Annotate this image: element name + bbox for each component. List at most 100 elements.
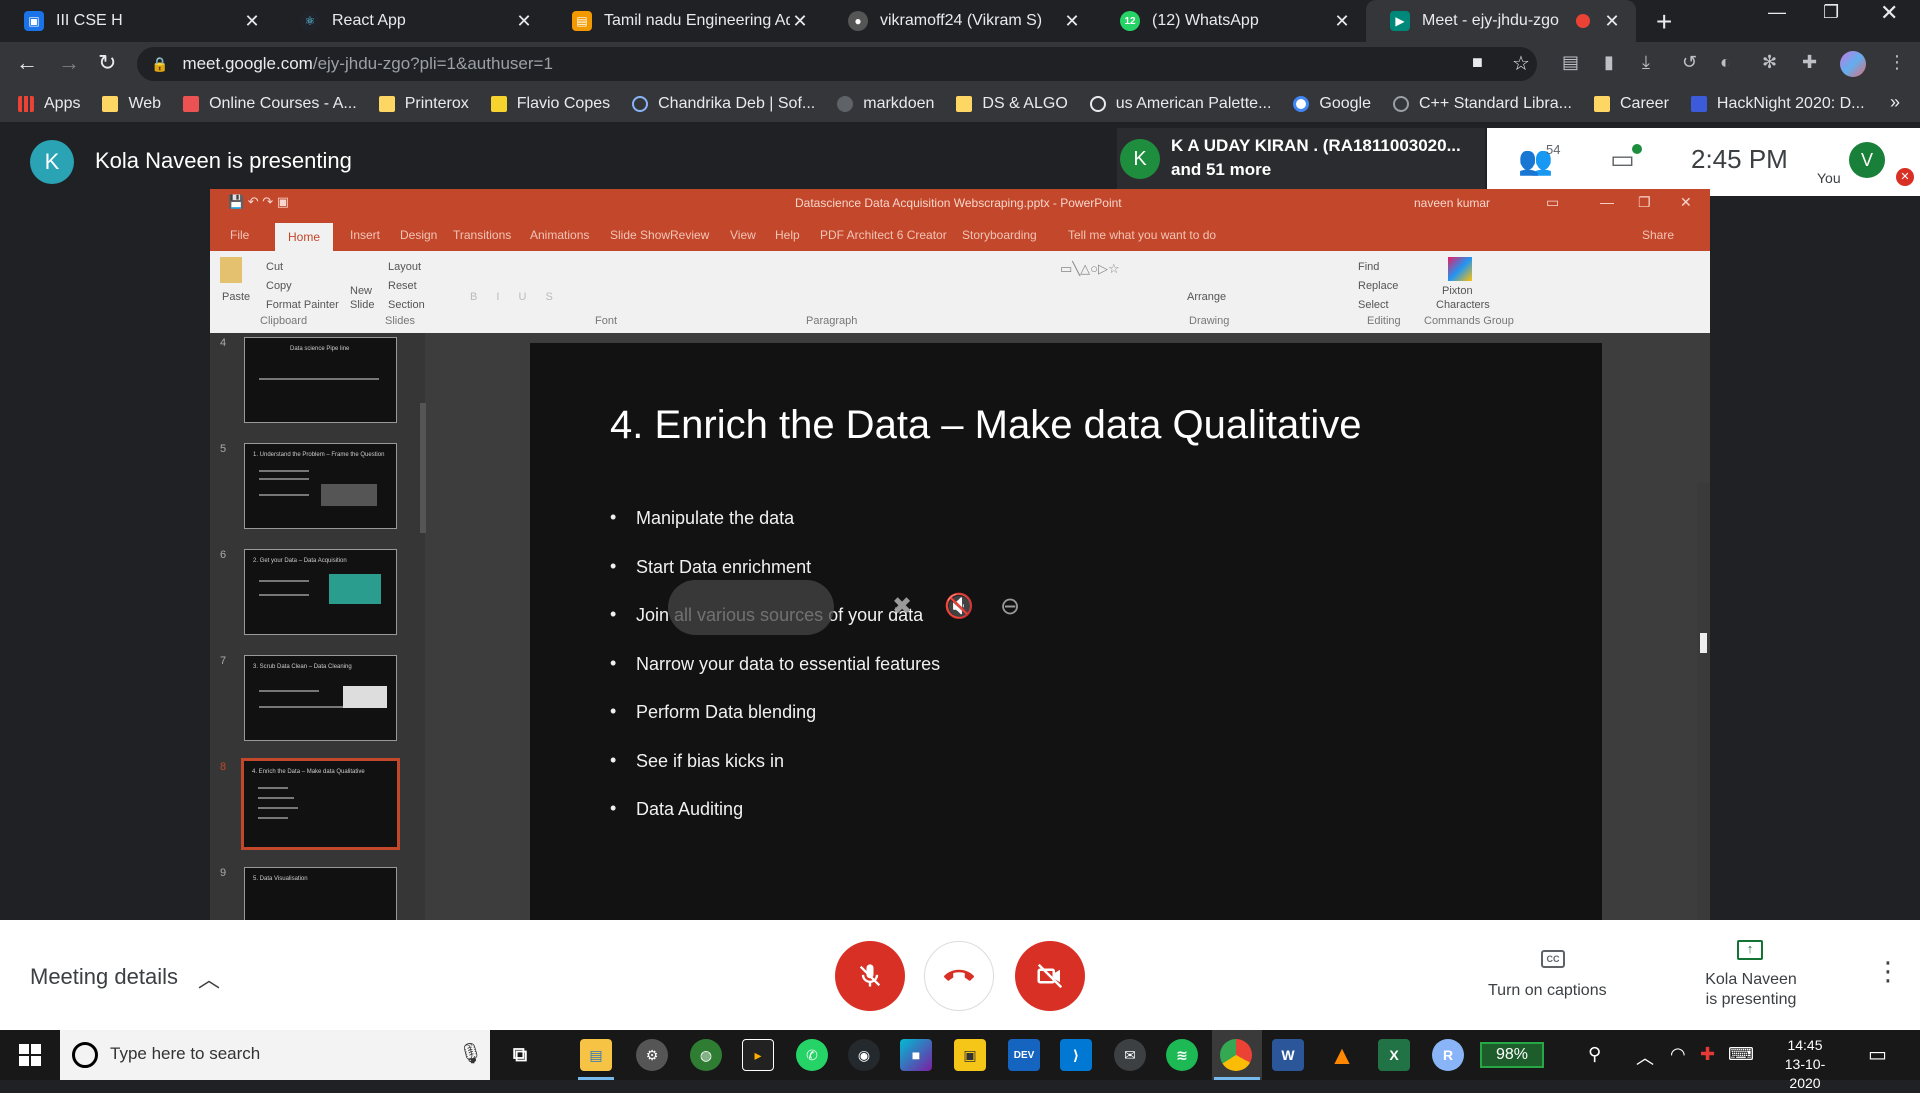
paste-icon bbox=[220, 257, 242, 283]
address-bar[interactable]: 🔒 meet.google.com/ejy-jhdu-zgo?pli=1&aut… bbox=[137, 47, 1537, 81]
antivirus-icon[interactable]: ✚ bbox=[1700, 1044, 1715, 1065]
bookmark-cpp-standard-library[interactable]: C++ Standard Libra... bbox=[1393, 95, 1572, 113]
leave-call-button[interactable] bbox=[924, 941, 994, 1011]
bookmark-flavio-copes[interactable]: Flavio Copes bbox=[490, 95, 610, 113]
close-icon[interactable]: ✕ bbox=[514, 11, 534, 32]
self-avatar[interactable]: V bbox=[1849, 142, 1885, 178]
excel-icon[interactable]: X bbox=[1378, 1039, 1410, 1071]
tab-github-vikramoff24[interactable]: ● vikramoff24 (Vikram S) ✕ bbox=[824, 0, 1096, 42]
camera-toggle-button[interactable] bbox=[1015, 941, 1085, 1011]
r-app-icon[interactable]: R bbox=[1432, 1039, 1464, 1071]
reload-icon[interactable]: ↻ bbox=[98, 50, 116, 76]
sticky-notes-icon[interactable]: ▣ bbox=[954, 1039, 986, 1071]
cortana-icon bbox=[72, 1042, 98, 1068]
bookmark-web[interactable]: Web bbox=[102, 95, 161, 113]
tab-iii-cse-h[interactable]: ▣ III CSE H ✕ bbox=[0, 0, 276, 42]
window-close-icon[interactable]: ✕ bbox=[1880, 0, 1898, 26]
tab-whatsapp[interactable]: 12 (12) WhatsApp ✕ bbox=[1096, 0, 1366, 42]
hang-up-icon bbox=[944, 969, 974, 981]
bookmark-star-icon[interactable]: ☆ bbox=[1512, 51, 1530, 76]
tab-title: vikramoff24 (Vikram S) bbox=[880, 12, 1043, 29]
camera-in-use-icon[interactable]: ■ bbox=[1472, 52, 1483, 73]
bookmark-hacknight[interactable]: HackNight 2020: D... bbox=[1690, 95, 1865, 113]
more-options-icon[interactable]: ⋮ bbox=[1875, 956, 1901, 987]
bookmark-online-courses[interactable]: Online Courses - A... bbox=[183, 95, 357, 113]
forward-arrow-icon[interactable]: → bbox=[58, 50, 80, 76]
chrome-profile-avatar[interactable] bbox=[1840, 51, 1866, 77]
bookmarks-overflow-icon[interactable]: » bbox=[1890, 92, 1900, 113]
settings-gear-icon[interactable]: ⚙ bbox=[636, 1039, 668, 1071]
bookmark-google[interactable]: Google bbox=[1293, 95, 1371, 113]
chat-icon[interactable]: ▭ bbox=[1610, 144, 1635, 175]
wifi-icon[interactable]: ◠ bbox=[1670, 1044, 1686, 1065]
close-icon[interactable]: ✕ bbox=[790, 11, 810, 32]
bookmark-ds-algo[interactable]: DS & ALGO bbox=[956, 95, 1068, 113]
ribbon-section: Section bbox=[388, 299, 425, 311]
thumb-line bbox=[258, 797, 294, 799]
keyboard-icon[interactable]: ⌨ bbox=[1728, 1044, 1754, 1065]
chevron-up-icon[interactable]: ︿ bbox=[198, 962, 220, 994]
extension-react-icon[interactable]: ✻ bbox=[1762, 52, 1777, 73]
vlc-icon[interactable]: ▲ bbox=[1326, 1039, 1358, 1071]
bookmark-markdoen[interactable]: markdoen bbox=[837, 95, 934, 113]
tray-clock[interactable]: 14:45 13-10-2020 bbox=[1770, 1036, 1840, 1093]
notification-center-icon[interactable]: ▭ bbox=[1868, 1042, 1887, 1067]
thumb-number: 4 bbox=[220, 337, 227, 349]
terminal-icon[interactable]: ▸ bbox=[742, 1039, 774, 1071]
extension-download-icon[interactable]: ⤓ bbox=[1642, 52, 1650, 73]
tab-react-app[interactable]: ⚛ React App ✕ bbox=[276, 0, 548, 42]
chrome-menu-icon[interactable]: ⋮ bbox=[1888, 52, 1906, 73]
extension-history-icon[interactable]: ↺ bbox=[1682, 52, 1697, 73]
pin-off-icon[interactable]: ✖ bbox=[892, 592, 912, 621]
extension-dark-mode-icon[interactable]: ◐ bbox=[1720, 52, 1731, 73]
close-icon[interactable]: ✕ bbox=[1332, 11, 1352, 32]
file-explorer-icon[interactable]: ▤ bbox=[580, 1039, 612, 1071]
restore-icon[interactable]: ❐ bbox=[1823, 2, 1839, 23]
battery-indicator[interactable]: 98% bbox=[1480, 1042, 1544, 1068]
extension-bottle-icon[interactable]: ▮ bbox=[1604, 52, 1614, 73]
folder-icon bbox=[1593, 96, 1610, 112]
mail-notification-icon[interactable]: ✉ bbox=[1114, 1039, 1146, 1071]
tab-tamil-nadu-engineering[interactable]: ▤ Tamil nadu Engineering Adm ✕ bbox=[548, 0, 824, 42]
task-view-icon[interactable]: ⧉ bbox=[504, 1039, 536, 1071]
presenting-button-label[interactable]: Kola Naveen is presenting bbox=[1700, 970, 1802, 1010]
taskbar-search[interactable]: Type here to search 🎙 bbox=[60, 1030, 490, 1080]
present-screen-icon[interactable]: ↑ bbox=[1737, 940, 1763, 960]
back-arrow-icon[interactable]: ← bbox=[16, 50, 38, 76]
close-icon[interactable]: ✕ bbox=[242, 11, 262, 32]
bookmark-printerox[interactable]: Printerox bbox=[378, 95, 469, 113]
windows-start-icon[interactable] bbox=[19, 1044, 41, 1066]
bookmark-label: Chandrika Deb | Sof... bbox=[658, 95, 816, 112]
microphone-icon[interactable]: 🎙 bbox=[458, 1041, 483, 1066]
word-icon[interactable]: W bbox=[1272, 1039, 1304, 1071]
close-icon[interactable]: ✕ bbox=[1062, 11, 1082, 32]
people-tray-icon[interactable]: ⚲ bbox=[1588, 1044, 1601, 1065]
new-tab-button[interactable]: + bbox=[1656, 6, 1672, 38]
tab-meet[interactable]: ▶ Meet - ejy-jhdu-zgo ✕ bbox=[1366, 0, 1636, 42]
minimize-icon[interactable]: — bbox=[1768, 2, 1786, 23]
bookmark-american-palette[interactable]: us American Palette... bbox=[1089, 95, 1271, 113]
meeting-details-button[interactable]: Meeting details bbox=[30, 964, 178, 990]
spotify-icon[interactable]: ≋ bbox=[1166, 1039, 1198, 1071]
globe-app-icon[interactable]: ◍ bbox=[690, 1039, 722, 1071]
url-host: meet.google.com bbox=[182, 54, 313, 73]
captions-button-label[interactable]: Turn on captions bbox=[1488, 982, 1607, 1000]
remove-participant-icon[interactable]: ⊖ bbox=[1000, 592, 1020, 621]
close-icon[interactable]: ✕ bbox=[1602, 11, 1622, 32]
mute-participant-icon[interactable]: 🔇 bbox=[944, 592, 974, 621]
show-hidden-icons[interactable]: ︿ bbox=[1636, 1044, 1654, 1070]
chrome-icon[interactable] bbox=[1220, 1039, 1252, 1071]
bookmark-career[interactable]: Career bbox=[1593, 95, 1669, 113]
bookmark-apps[interactable]: Apps bbox=[18, 95, 80, 113]
bookmark-chandrika-deb[interactable]: Chandrika Deb | Sof... bbox=[632, 95, 815, 113]
microphone-toggle-button[interactable] bbox=[835, 941, 905, 1011]
extensions-puzzle-icon[interactable]: ✚ bbox=[1802, 52, 1817, 73]
whatsapp-app-icon[interactable]: ✆ bbox=[796, 1039, 828, 1071]
extension-clipboard-icon[interactable]: ▤ bbox=[1562, 52, 1579, 73]
github-desktop-icon[interactable]: ◉ bbox=[848, 1039, 880, 1071]
dev-icon[interactable]: DEV bbox=[1008, 1039, 1040, 1071]
ppt-workspace: 4 Data science Pipe line 5 1. Understand… bbox=[210, 333, 1710, 921]
closed-captions-icon[interactable]: CC bbox=[1541, 950, 1565, 968]
vscode-icon[interactable]: ⟩ bbox=[1060, 1039, 1092, 1071]
app-cube-icon[interactable]: ■ bbox=[900, 1039, 932, 1071]
